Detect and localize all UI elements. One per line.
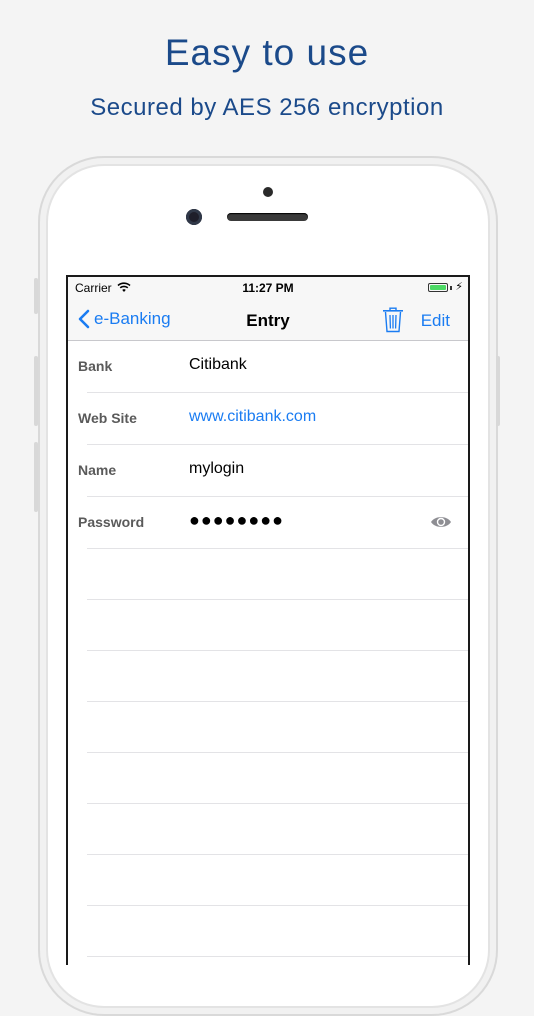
field-label: Name (78, 462, 116, 478)
phone-volume-up (34, 356, 38, 426)
battery-icon (428, 283, 448, 292)
navigation-bar: e-Banking Entry Edit (68, 301, 468, 341)
field-row-password[interactable]: Password ●●●●●●●● (87, 497, 468, 549)
field-label: Password (78, 514, 144, 530)
marketing-headline: Easy to use (0, 32, 534, 74)
field-value: mylogin (189, 460, 244, 478)
field-row-name[interactable]: Name mylogin (87, 445, 468, 497)
phone-mute-switch (34, 278, 38, 314)
back-button-label: e-Banking (94, 309, 171, 329)
empty-row (87, 753, 468, 804)
phone-volume-down (34, 442, 38, 512)
field-label: Web Site (78, 410, 137, 426)
empty-row (87, 906, 468, 957)
empty-row (87, 855, 468, 906)
eye-icon[interactable] (430, 514, 452, 530)
password-value: ●●●●●●●● (189, 510, 284, 531)
status-bar: Carrier 11:27 PM ⚡ (68, 277, 468, 301)
status-time: 11:27 PM (68, 281, 468, 295)
proximity-sensor (263, 187, 273, 197)
field-value: Citibank (189, 356, 247, 374)
empty-row (87, 549, 468, 600)
empty-row (87, 702, 468, 753)
marketing-subheadline: Secured by AES 256 encryption (0, 94, 534, 122)
empty-row (87, 651, 468, 702)
back-button[interactable]: e-Banking (78, 309, 171, 329)
earpiece-speaker (227, 213, 308, 221)
empty-row (87, 600, 468, 651)
trash-icon[interactable] (382, 307, 404, 333)
website-link[interactable]: www.citibank.com (189, 408, 316, 426)
phone-screen: Carrier 11:27 PM ⚡ e-Banking Entry Edit (66, 275, 470, 965)
chevron-left-icon (78, 309, 90, 329)
phone-power-button (496, 356, 500, 426)
charging-icon: ⚡ (455, 281, 463, 293)
field-row-bank[interactable]: Bank Citibank (87, 341, 468, 393)
field-label: Bank (78, 358, 112, 374)
field-row-website[interactable]: Web Site www.citibank.com (87, 393, 468, 445)
empty-row (87, 804, 468, 855)
battery-cap (450, 286, 452, 290)
front-camera (186, 209, 202, 225)
edit-button[interactable]: Edit (421, 311, 450, 331)
